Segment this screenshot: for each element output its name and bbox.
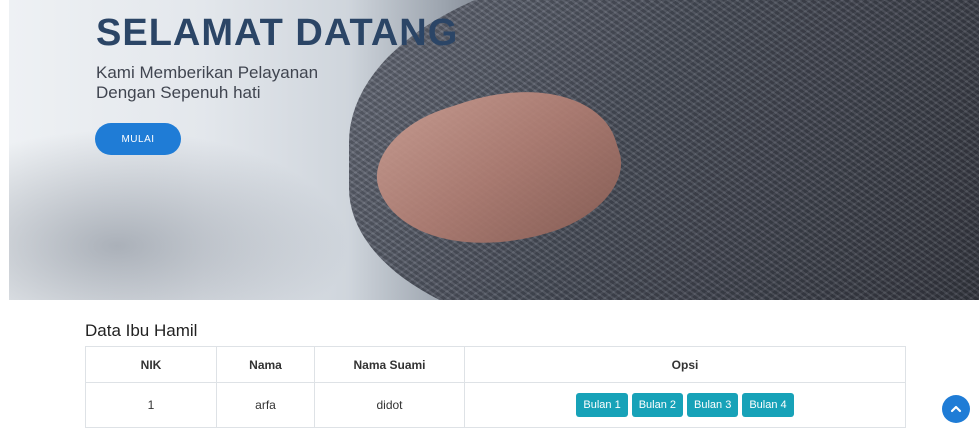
cell-nama-suami: didot: [314, 382, 465, 428]
cell-nik: 1: [85, 382, 217, 428]
header-nama-suami: Nama Suami: [314, 346, 465, 383]
bulan-4-button[interactable]: Bulan 4: [742, 393, 794, 417]
header-nama: Nama: [216, 346, 315, 383]
back-to-top-button[interactable]: [942, 395, 970, 423]
bulan-3-button[interactable]: Bulan 3: [687, 393, 739, 417]
bulan-2-button[interactable]: Bulan 2: [631, 393, 683, 417]
hero-title: SELAMAT DATANG: [96, 12, 459, 54]
hero-background-blur: [9, 120, 369, 300]
table-header-row: NIK Nama Nama Suami Opsi: [85, 346, 906, 383]
section-title: Data Ibu Hamil: [85, 321, 198, 340]
hero-subtitle: Kami Memberikan Pelayanan Dengan Sepenuh…: [96, 63, 318, 103]
hero-subtitle-line-2: Dengan Sepenuh hati: [96, 83, 261, 102]
cell-opsi: Bulan 1 Bulan 2 Bulan 3 Bulan 4: [464, 382, 906, 428]
header-nik: NIK: [85, 346, 217, 383]
bulan-1-button[interactable]: Bulan 1: [576, 393, 628, 417]
table-row: 1 arfa didot Bulan 1 Bulan 2 Bulan 3 Bulan …: [85, 382, 906, 428]
hero-subtitle-line-1: Kami Memberikan Pelayanan: [96, 63, 319, 82]
header-opsi: Opsi: [464, 346, 906, 383]
chevron-up-icon: [950, 405, 962, 413]
mulai-button[interactable]: MULAI: [95, 123, 181, 155]
data-table: NIK Nama Nama Suami Opsi 1 arfa didot Bu…: [85, 346, 906, 428]
cell-nama: arfa: [216, 382, 315, 428]
